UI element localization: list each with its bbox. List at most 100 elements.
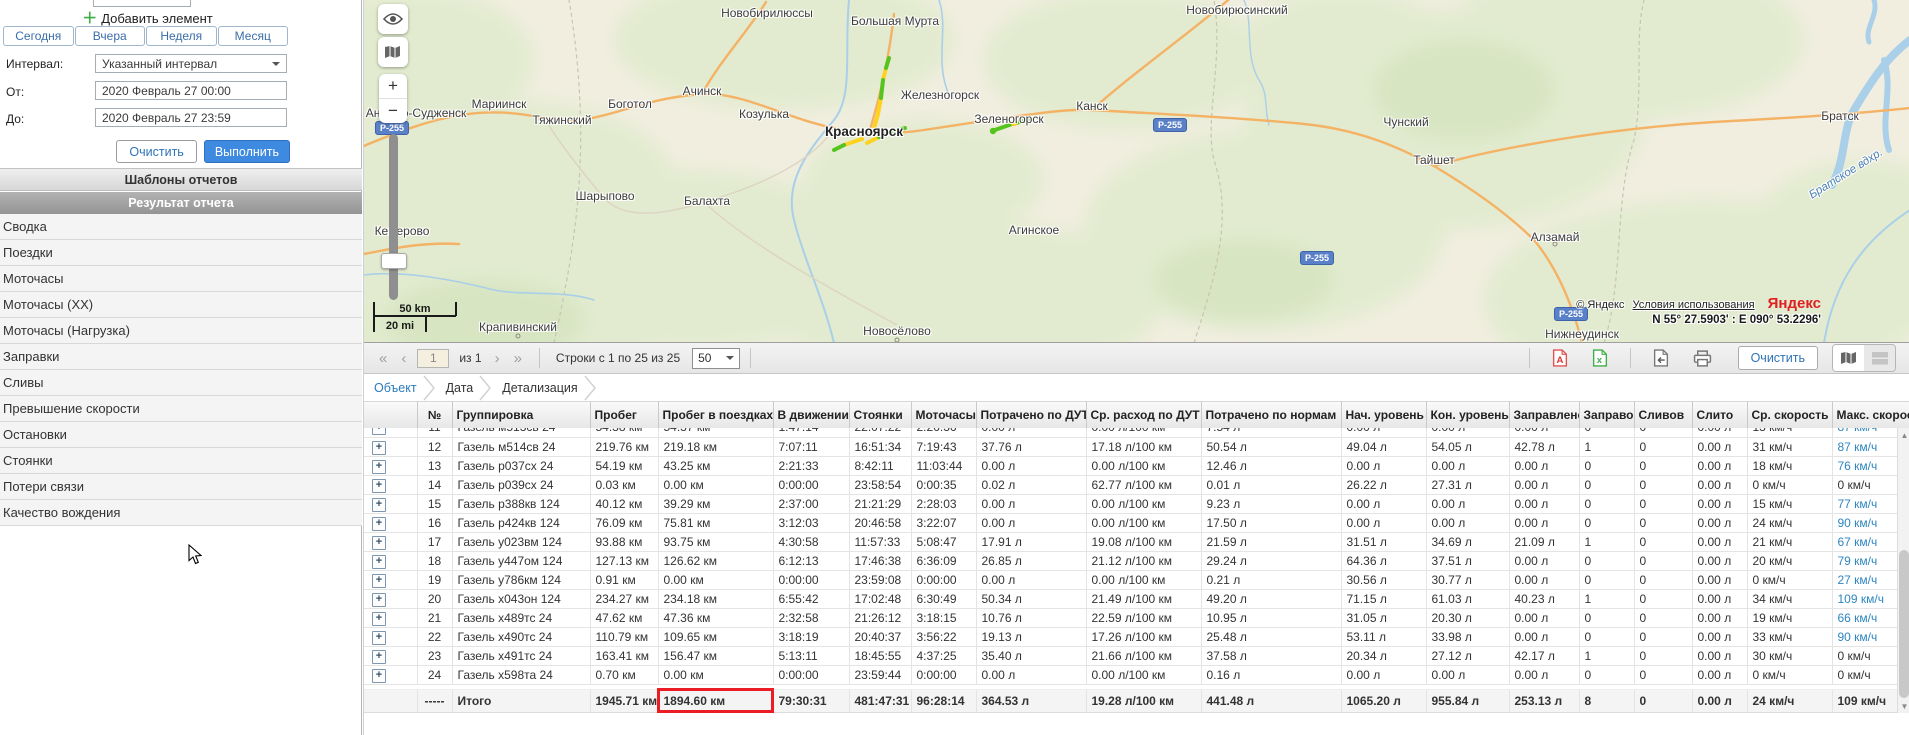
table-cell: 12.46 л [1201,456,1341,475]
table-cell: Газель м514св 24 [452,437,590,456]
breadcrumb-item[interactable]: Объект [374,381,417,395]
expand-cell: + [364,665,417,684]
table-cell: 253.13 л [1509,689,1579,712]
column-header[interactable]: Моточасы [911,402,976,428]
column-header[interactable]: Сливов [1634,402,1692,428]
zoom-slider-thumb[interactable] [381,253,407,269]
layers-button[interactable] [378,37,408,67]
prev-page-button[interactable]: ‹ [401,350,406,367]
expand-row-button[interactable]: + [372,574,386,588]
column-header[interactable]: № [417,402,452,428]
column-header[interactable]: Макс. скорость [1832,402,1909,428]
run-button[interactable]: Выполнить [204,140,290,163]
add-element-link[interactable]: ＋Добавить элемент [0,7,295,28]
column-header[interactable]: Потрачено по нормам [1201,402,1341,428]
expand-row-button[interactable]: + [372,555,386,569]
table-cell: 19.28 л/100 км [1086,689,1201,712]
expand-row-button[interactable]: + [372,631,386,645]
table-cell: 0 км/ч [1747,570,1832,589]
zoom-out-button[interactable]: − [379,99,407,123]
export-excel-button[interactable]: x [1592,349,1608,367]
map-view-toggle[interactable] [1833,345,1864,371]
terms-link[interactable]: Условия использования [1632,299,1754,311]
export-pdf-button[interactable]: A [1552,349,1568,367]
column-header[interactable]: Группировка [452,402,590,428]
sidebar-item-моточасы[interactable]: Моточасы [0,266,362,292]
expand-row-button[interactable]: + [372,441,386,455]
page-size-select[interactable]: 50 [692,348,740,369]
table-cell: 0:00:00 [773,475,849,494]
column-header[interactable]: Кон. уровень [1426,402,1509,428]
column-header[interactable]: Нач. уровень [1341,402,1426,428]
sidebar-item-сводка[interactable]: Сводка [0,214,362,240]
column-header[interactable]: Заправлено [1509,402,1579,428]
vertical-scrollbar[interactable]: ▲ ▼ [1897,428,1909,713]
expand-row-button[interactable]: + [372,612,386,626]
next-page-button[interactable]: › [495,350,500,367]
column-header[interactable]: Слито [1692,402,1747,428]
quick-range-button[interactable]: Месяц [218,26,289,46]
to-date-value: 2020 Февраль 27 23:59 [102,111,231,125]
sidebar-item-поездки[interactable]: Поездки [0,240,362,266]
column-header[interactable]: Пробег в поездках [658,402,773,428]
visibility-button[interactable] [378,4,408,34]
from-date-input[interactable]: 2020 Февраль 27 00:00 [95,81,287,100]
zoom-slider-track[interactable] [389,134,398,300]
table-cell: 33.98 л [1426,627,1509,646]
first-page-button[interactable]: « [379,350,387,367]
column-header[interactable]: Заправок [1579,402,1634,428]
column-header[interactable]: Ср. скорость [1747,402,1832,428]
expand-row-button[interactable]: + [372,517,386,531]
templates-section-header[interactable]: Шаблоны отчетов [0,168,362,191]
yandex-logo[interactable]: Яндекс [1768,295,1821,312]
table-cell: 955.84 л [1426,689,1509,712]
expand-row-button[interactable]: + [372,460,386,474]
to-label: До: [6,112,24,126]
scrollbar-thumb[interactable] [1899,550,1909,698]
expand-row-button[interactable]: + [372,498,386,512]
expand-row-button[interactable]: + [372,428,386,435]
breadcrumb-item[interactable]: Детализация [502,381,577,395]
to-date-input[interactable]: 2020 Февраль 27 23:59 [95,108,287,127]
sidebar-item-превышение-скорости[interactable]: Превышение скорости [0,396,362,422]
column-header[interactable]: В движении [773,402,849,428]
quick-range-button[interactable]: Сегодня [3,26,74,46]
expand-row-button[interactable]: + [372,669,386,683]
export-file-button[interactable] [1653,349,1669,367]
print-button[interactable] [1693,350,1712,367]
map-panel[interactable]: НовобирилюссыБольшая МуртаНовобирюсински… [364,0,1909,343]
quick-range-button[interactable]: Неделя [146,26,217,46]
grid-clear-button[interactable]: Очистить [1738,346,1818,370]
sidebar-item-остановки[interactable]: Остановки [0,422,362,448]
sidebar-item-качество-вождения[interactable]: Качество вождения [0,500,362,526]
expand-row-button[interactable]: + [372,650,386,664]
scroll-up-icon[interactable]: ▲ [1898,428,1909,442]
clear-button[interactable]: Очистить [116,140,196,163]
sidebar-item-потери-связи[interactable]: Потери связи [0,474,362,500]
expand-row-button[interactable]: + [372,593,386,607]
column-header[interactable]: Пробег [590,402,658,428]
sidebar-item-сливы[interactable]: Сливы [0,370,362,396]
interval-select[interactable]: Указанный интервал [95,54,287,73]
quick-range-button[interactable]: Вчера [75,26,146,46]
last-page-button[interactable]: » [514,350,522,367]
table-cell: 42.17 л [1509,646,1579,665]
split-view-toggle[interactable] [1864,345,1895,371]
zoom-in-button[interactable]: + [379,74,407,99]
column-header[interactable] [364,402,417,428]
column-header[interactable]: Потрачено по ДУТ [976,402,1086,428]
table-cell: 5:08:47 [911,532,976,551]
sidebar-item-моточасы-хх-[interactable]: Моточасы (ХХ) [0,292,362,318]
expand-row-button[interactable]: + [372,536,386,550]
column-header[interactable]: Ср. расход по ДУТ [1086,402,1201,428]
sidebar-item-моточасы-нагрузка-[interactable]: Моточасы (Нагрузка) [0,318,362,344]
breadcrumb-item[interactable]: Дата [446,381,474,395]
expand-row-button[interactable]: + [372,479,386,493]
sidebar-item-стоянки[interactable]: Стоянки [0,448,362,474]
scroll-down-icon[interactable]: ▼ [1898,699,1909,713]
sidebar-item-заправки[interactable]: Заправки [0,344,362,370]
table-cell: 1 [1579,589,1634,608]
column-header[interactable]: Стоянки [849,402,911,428]
result-section-header[interactable]: Результат отчета [0,192,362,214]
page-number-input[interactable]: 1 [417,349,449,368]
